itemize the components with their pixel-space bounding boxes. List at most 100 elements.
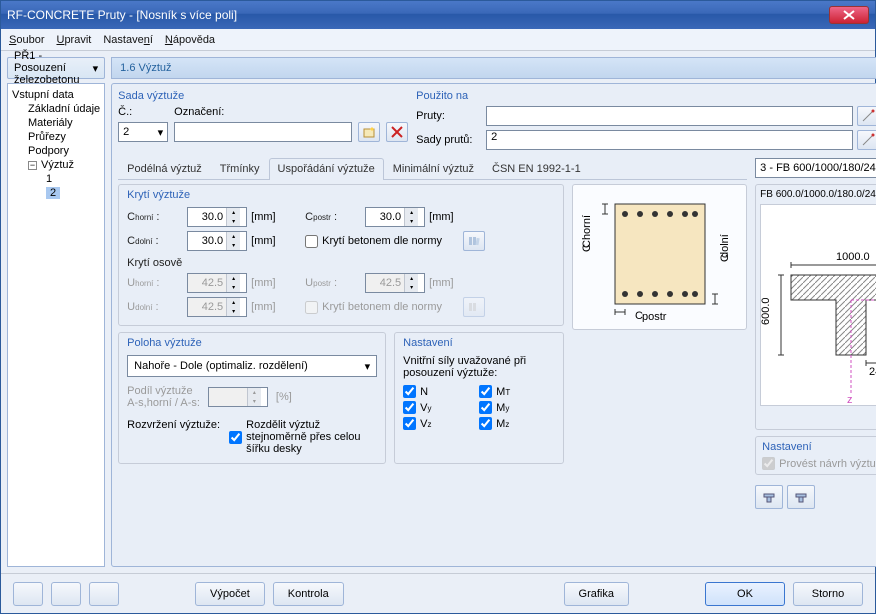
sada-title: Sada výztuže	[118, 90, 408, 102]
tree-materialy[interactable]: Materiály	[10, 116, 102, 130]
section-preview: 1000.0 180.0 600.0 240.0 y z	[760, 204, 876, 406]
svg-text:600.0: 600.0	[761, 297, 772, 325]
chk-my[interactable]: My	[479, 401, 555, 414]
menu-nastaveni[interactable]: Nastavení	[103, 34, 153, 46]
cpostr-input[interactable]: ▴▾	[365, 207, 425, 227]
chevron-down-icon: ▾	[158, 126, 164, 139]
udolni-input: ▴▾	[187, 297, 247, 317]
tab-minimalni[interactable]: Minimální výztuž	[384, 158, 483, 179]
pick-sady-button[interactable]	[857, 130, 876, 150]
pruty-label: Pruty:	[416, 110, 482, 122]
navigation-tree[interactable]: Vstupní data Základní údaje Materiály Pr…	[7, 83, 105, 567]
tab-csn[interactable]: ČSN EN 1992-1-1	[483, 158, 590, 179]
kontrola-button[interactable]: Kontrola	[273, 582, 344, 606]
chorni-label: Chorní :	[127, 211, 183, 223]
group-poloha: Poloha výztuže Nahoře - Dole (optimaliz.…	[118, 332, 386, 464]
toolbar-button-2[interactable]	[787, 485, 815, 509]
library-icon	[468, 235, 480, 247]
poloha-select[interactable]: Nahoře - Dole (optimaliz. rozdělení)▾	[127, 355, 377, 377]
help-button[interactable]: ?	[13, 582, 43, 606]
next-button[interactable]	[89, 582, 119, 606]
kryti-osove-label: Krytí osově	[127, 257, 555, 269]
tree-vyztuz-1[interactable]: 1	[10, 172, 102, 186]
tree-zakladni[interactable]: Základní údaje	[10, 102, 102, 116]
svg-text:Chorní: Chorní	[581, 215, 593, 248]
section-svg: 1000.0 180.0 600.0 240.0 y z	[761, 205, 876, 405]
chevron-down-icon: ▾	[93, 62, 99, 75]
pouzito-title: Použito na	[416, 90, 876, 102]
bottom-bar: ? Výpočet Kontrola Grafika OK Storno	[1, 573, 875, 613]
cdolni-input[interactable]: ▴▾	[187, 231, 247, 251]
tree-vyztuz[interactable]: −Výztuž	[10, 158, 102, 172]
pruty-input[interactable]	[486, 106, 853, 126]
ok-button[interactable]: OK	[705, 582, 785, 606]
window-title: RF-CONCRETE Pruty - [Nosník s více poli]	[7, 8, 829, 22]
rozvrzeni-checkbox[interactable]: Rozdělit výztuž stejnoměrně přes celou š…	[229, 419, 377, 455]
tree-vyztuz-2[interactable]: 2	[10, 186, 102, 200]
tree-root[interactable]: Vstupní data	[10, 88, 102, 102]
section-select[interactable]: 3 - FB 600/1000/180/240 ▾	[755, 158, 876, 178]
cover-diagram: CChorní Cdolní Cpostr	[572, 184, 747, 330]
chk-mz[interactable]: Mz	[479, 417, 555, 430]
rozvrzeni-label: Rozvržení výztuže:	[127, 419, 221, 431]
svg-text:dolní: dolní	[719, 234, 731, 258]
nastaveni-title: Nastavení	[403, 337, 453, 349]
module-select[interactable]: PŘ1 - Posouzení železobetonu ▾	[7, 57, 105, 79]
tree-podpory[interactable]: Podpory	[10, 144, 102, 158]
menu-soubor[interactable]: Soubor	[9, 34, 44, 46]
group-nastaveni-sily: Nastavení Vnitřní síly uvažované při pos…	[394, 332, 564, 464]
chk-n[interactable]: N	[403, 385, 479, 398]
tree-prurezy[interactable]: Průřezy	[10, 130, 102, 144]
prev-button[interactable]	[51, 582, 81, 606]
storno-button[interactable]: Storno	[793, 582, 863, 606]
sady-input[interactable]: 2	[486, 130, 853, 150]
kryti-norma-checkbox[interactable]: Krytí betonem dle normy	[305, 235, 459, 248]
tab-trminky[interactable]: Třmínky	[211, 158, 269, 179]
grafika-button[interactable]: Grafika	[564, 582, 629, 606]
module-select-label: PŘ1 - Posouzení železobetonu	[14, 50, 93, 86]
svg-text:240.0: 240.0	[869, 366, 876, 378]
tab-usporadani[interactable]: Uspořádání výztuže	[269, 158, 384, 180]
close-icon	[843, 10, 855, 20]
new-button[interactable]	[358, 122, 380, 142]
toolbar-button-1[interactable]	[755, 485, 783, 509]
svg-text:postr: postr	[642, 311, 667, 322]
sada-ozn-input[interactable]	[174, 122, 352, 142]
new-icon	[362, 125, 376, 139]
pick-icon	[861, 109, 875, 123]
vypocet-button[interactable]: Výpočet	[195, 582, 265, 606]
library-icon	[468, 301, 480, 313]
nastaveni-subtitle: Vnitřní síly uvažované při posouzení výz…	[403, 355, 555, 379]
main-panel: Sada výztuže Č.: Označení: 2▾	[111, 83, 876, 567]
title-bar: RF-CONCRETE Pruty - [Nosník s více poli]	[1, 1, 875, 29]
chk-vy[interactable]: Vy	[403, 401, 479, 414]
close-button[interactable]	[829, 6, 869, 24]
kryti-norma-button[interactable]	[463, 231, 485, 251]
kryti-norma-button-2	[463, 297, 485, 317]
pick-icon	[861, 133, 875, 147]
breadcrumb: 1.6 Výztuž	[111, 57, 876, 79]
provest-checkbox: Provést návrh výztuže	[762, 457, 876, 470]
podil-label-1: Podíl výztuže	[127, 385, 200, 397]
group-pouzito-na: Použito na Pruty: Vše Sady prutů: 2	[416, 90, 876, 150]
section-icon	[762, 490, 776, 504]
podil-input: ▴▾	[208, 387, 268, 407]
section-caption: FB 600.0/1000.0/180.0/240.0	[760, 189, 876, 200]
delete-icon	[391, 126, 403, 138]
chk-mt[interactable]: MT	[479, 385, 555, 398]
chorni-input[interactable]: ▴▾	[187, 207, 247, 227]
group-sada-vyztuze: Sada výztuže Č.: Označení: 2▾	[118, 90, 408, 150]
delete-button[interactable]	[386, 122, 408, 142]
podil-label-2: A-s,horní / A-s:	[127, 397, 200, 409]
sada-c-select[interactable]: 2▾	[118, 122, 168, 142]
upostr-label: Upostr :	[305, 277, 361, 289]
chk-vz[interactable]: Vz	[403, 417, 479, 430]
menu-bar: Soubor Upravit Nastavení Nápověda	[1, 29, 875, 51]
tab-podelna[interactable]: Podélná výztuž	[118, 158, 211, 179]
menu-upravit[interactable]: Upravit	[56, 34, 91, 46]
tree-toggle-icon[interactable]: −	[28, 161, 37, 170]
svg-text:z: z	[847, 394, 853, 405]
sada-c-label: Č.:	[118, 106, 168, 118]
pick-pruty-button[interactable]	[857, 106, 876, 126]
menu-napoveda[interactable]: Nápověda	[165, 34, 215, 46]
